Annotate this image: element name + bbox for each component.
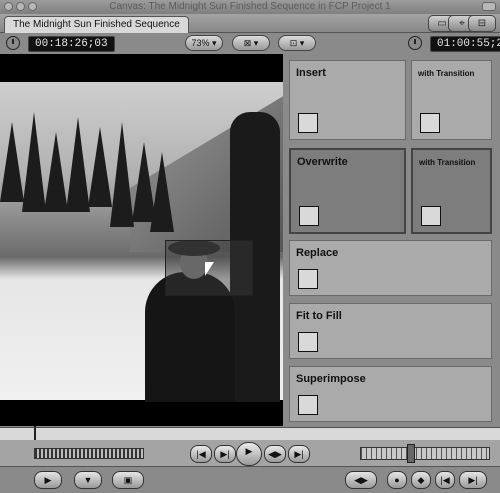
zoom-popup[interactable]: 73% ▾	[185, 35, 223, 51]
play-button[interactable]: ▶	[236, 442, 262, 466]
timecode-row: 00:18:26;03 73% ▾ ⊠ ▾ ⊡ ▾ 01:00:55;26	[0, 33, 500, 53]
fit-to-fill-overlay[interactable]: Fit to Fill	[289, 303, 492, 359]
tree	[110, 122, 134, 227]
tab-sequence[interactable]: The Midnight Sun Finished Sequence	[4, 16, 189, 33]
insert-icon	[298, 113, 318, 133]
replace-icon	[298, 269, 318, 289]
tab-bar: The Midnight Sun Finished Sequence ▭ ⌖ ⊟	[0, 14, 500, 33]
insert-label: Insert	[296, 67, 326, 79]
insert-transition-label: with Transition	[418, 69, 475, 78]
window-title-bar: Canvas: The Midnight Sun Finished Sequen…	[0, 0, 500, 14]
duration-timecode[interactable]: 01:00:55;26	[430, 36, 500, 52]
zoom-icon[interactable]	[28, 2, 37, 11]
add-keyframe-button[interactable]: ◆	[411, 471, 431, 489]
next-edit-button[interactable]: ▶|	[288, 445, 310, 463]
replace-button[interactable]: ▣	[112, 471, 144, 489]
tree	[22, 112, 46, 212]
transport-controls: |◀ ▶| ▶ ◀▶ ▶|	[0, 440, 500, 466]
timeline-ruler[interactable]	[0, 426, 500, 441]
replace-label: Replace	[296, 247, 339, 259]
jog-knob[interactable]	[407, 444, 415, 463]
view-popup[interactable]: ⊠ ▾	[232, 35, 270, 51]
window-icon[interactable]: ⊟	[468, 15, 496, 32]
tree	[0, 122, 24, 202]
video-frame	[0, 82, 283, 402]
clock-icon	[6, 36, 20, 50]
jog-control[interactable]	[360, 447, 490, 460]
current-timecode[interactable]: 00:18:26;03	[28, 36, 115, 52]
add-marker-button[interactable]: ●	[387, 471, 407, 489]
superimpose-icon	[298, 395, 318, 415]
insert-button[interactable]: ▶	[34, 471, 62, 489]
tree	[66, 117, 90, 212]
window-title: Canvas: The Midnight Sun Finished Sequen…	[109, 1, 391, 12]
insert-transition-icon	[420, 113, 440, 133]
previous-edit-button[interactable]: |◀	[190, 445, 212, 463]
zoom-value: 73%	[191, 38, 210, 48]
overwrite-transition-icon	[421, 206, 441, 226]
superimpose-overlay[interactable]: Superimpose	[289, 366, 492, 422]
duration-clock-icon	[408, 36, 422, 50]
superimpose-label: Superimpose	[296, 373, 366, 385]
edit-button-bar: ▶ ▼ ▣ ◀▶ ● ◆ |◀ ▶|	[0, 466, 500, 493]
cursor-icon	[205, 262, 214, 276]
tree	[44, 132, 68, 212]
fit-to-fill-icon	[298, 332, 318, 352]
overwrite-button[interactable]: ▼	[74, 471, 102, 489]
insert-with-transition-overlay[interactable]: with Transition	[411, 60, 492, 140]
replace-overlay[interactable]: Replace	[289, 240, 492, 296]
fit-to-fill-label: Fit to Fill	[296, 310, 342, 322]
close-icon[interactable]	[4, 2, 13, 11]
overwrite-with-transition-overlay[interactable]: with Transition	[411, 148, 492, 234]
overwrite-icon	[299, 206, 319, 226]
overwrite-transition-label: with Transition	[419, 158, 476, 167]
tree	[88, 127, 112, 207]
tree	[150, 152, 174, 232]
window-controls[interactable]	[4, 2, 37, 11]
playhead[interactable]	[34, 426, 36, 440]
toolbar-toggle-button[interactable]	[482, 2, 496, 11]
play-in-to-out-button[interactable]: ▶|	[214, 445, 236, 463]
canvas-video[interactable]	[0, 54, 283, 426]
shuttle-control[interactable]	[34, 448, 144, 459]
mark-out-button[interactable]: ▶|	[459, 471, 487, 489]
overlay-popup[interactable]: ⊡ ▾	[278, 35, 316, 51]
overwrite-label: Overwrite	[297, 156, 348, 168]
insert-overlay[interactable]: Insert	[289, 60, 406, 140]
match-frame-button[interactable]: ◀▶	[345, 471, 377, 489]
overwrite-overlay[interactable]: Overwrite	[289, 148, 406, 234]
minimize-icon[interactable]	[16, 2, 25, 11]
mark-in-button[interactable]: |◀	[435, 471, 455, 489]
play-around-button[interactable]: ◀▶	[264, 445, 286, 463]
